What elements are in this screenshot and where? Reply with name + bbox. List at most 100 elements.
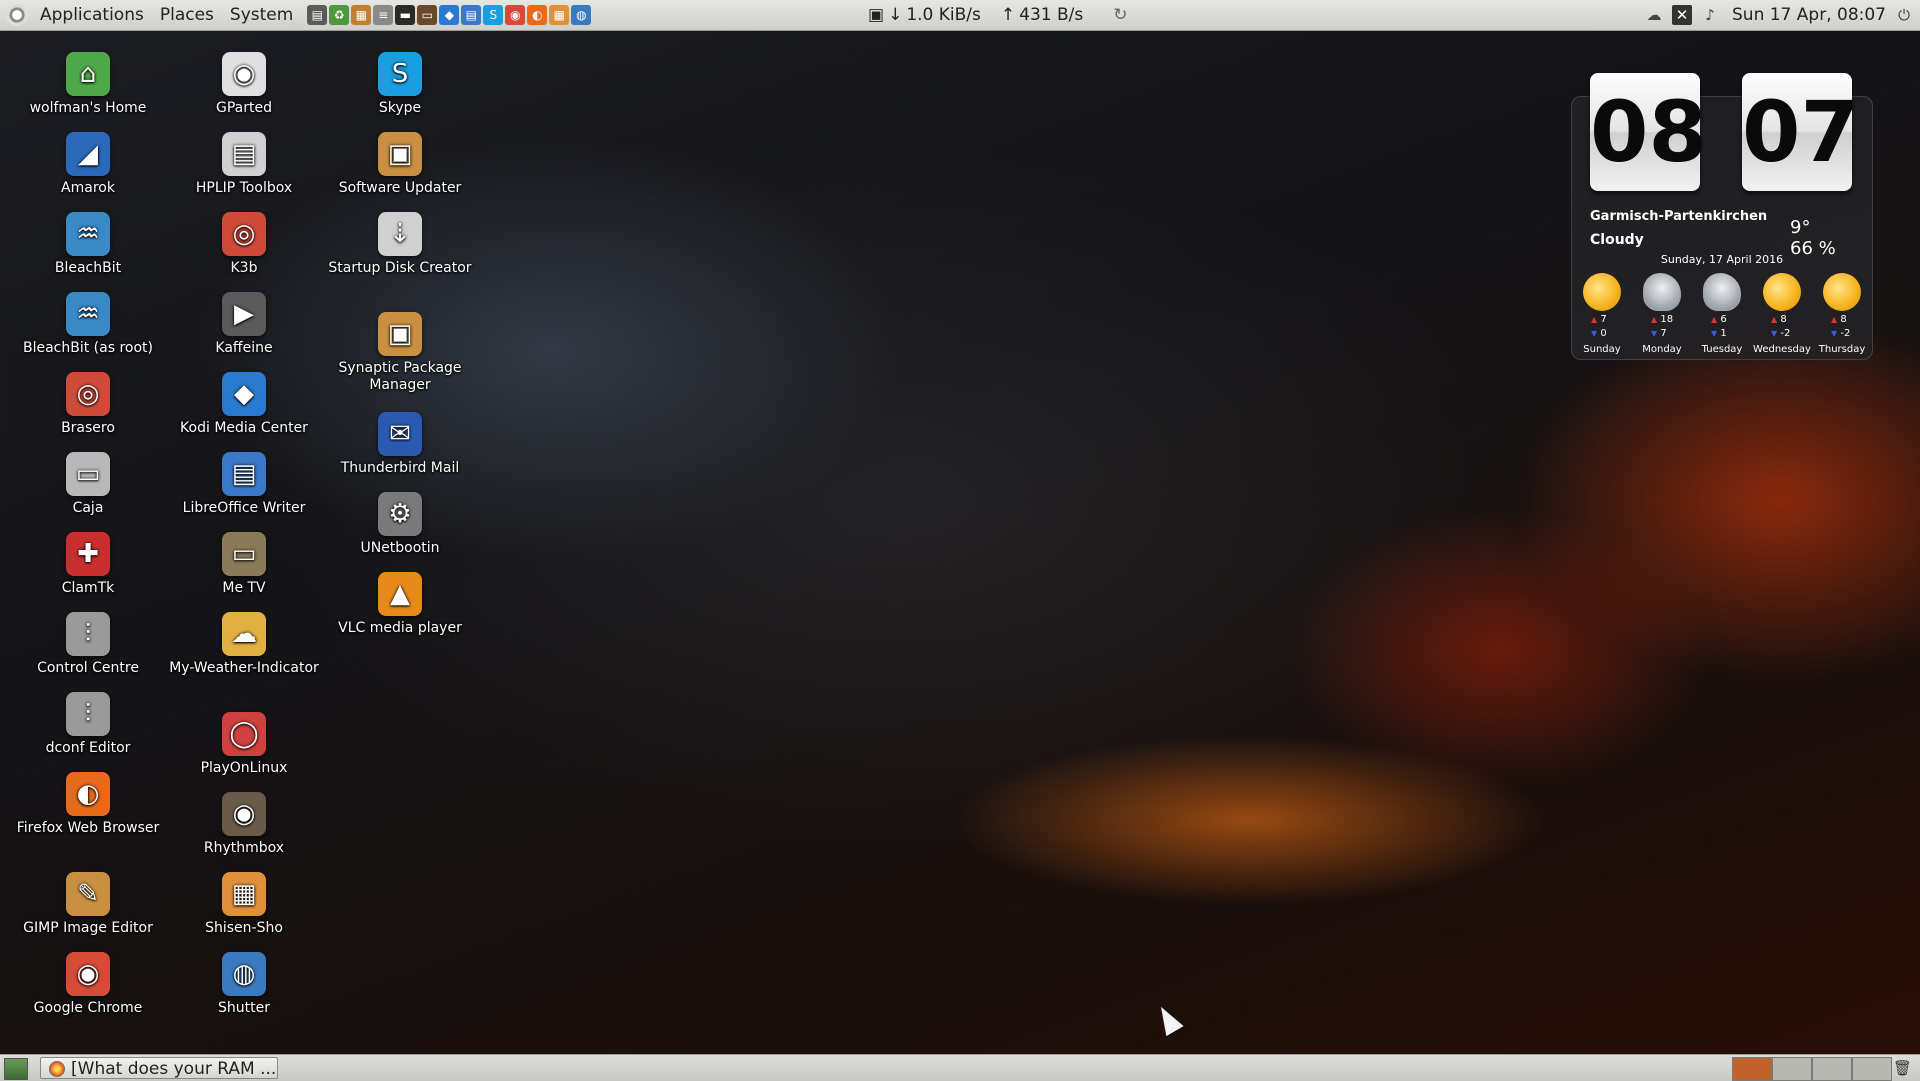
forecast-high: 8 <box>1840 314 1847 325</box>
desktop-icon[interactable]: ◉ Google Chrome <box>13 952 163 1017</box>
shisen-icon[interactable]: ▦ <box>549 5 570 25</box>
trash-icon[interactable]: 🗑 <box>1893 1058 1912 1078</box>
refresh-icon[interactable]: ↻ <box>1113 0 1127 30</box>
weather-indicator-icon[interactable]: ☁ <box>1644 5 1664 25</box>
forecast-day: ▲ 8 ▼ -2 Thursday <box>1813 273 1871 355</box>
desktop-icon[interactable]: ▤ HPLIP Toolbox <box>169 132 319 197</box>
taskbar-window-button[interactable]: [What does your RAM ... <box>40 1057 278 1079</box>
desktop-icon-label: GParted <box>216 100 272 116</box>
low-arrow-icon: ▼ <box>1651 329 1658 338</box>
desktop-icon[interactable]: ▣ Software Updater <box>325 132 475 197</box>
desktop-icon[interactable]: ✚ ClamTk <box>13 532 163 597</box>
forecast-day-name: Monday <box>1642 344 1682 355</box>
menu-system[interactable]: System <box>222 0 301 30</box>
panel-clock[interactable]: Sun 17 Apr, 08:07 <box>1732 5 1886 25</box>
text-editor-icon[interactable]: ≡ <box>373 5 394 25</box>
weather-temperature: 9° <box>1790 217 1811 238</box>
desktop-icon[interactable]: ✉ Thunderbird Mail <box>325 412 475 477</box>
power-icon[interactable]: ⏻ <box>1894 5 1914 25</box>
desktop-icon[interactable]: S Skype <box>325 52 475 117</box>
desktop-icon[interactable]: ⫶ Control Centre <box>13 612 163 677</box>
desktop-icon[interactable]: ▭ Me TV <box>169 532 319 597</box>
network-monitor[interactable]: ▣ ↓ 1.0 KiB/s ↑ 431 B/s ↻ <box>868 0 1127 30</box>
forecast-low: -2 <box>1780 328 1791 339</box>
terminal-icon[interactable]: ▤ <box>307 5 328 25</box>
desktop-icon[interactable]: ▦ Shisen-Sho <box>169 872 319 937</box>
desktop-icon-label: wolfman's Home <box>29 100 147 116</box>
desktop-icon-label: PlayOnLinux <box>200 760 288 776</box>
low-arrow-icon: ▼ <box>1591 329 1598 338</box>
sun-icon <box>1763 273 1801 311</box>
desktop-icon[interactable]: ▲ VLC media player <box>325 572 475 637</box>
weather-location: Garmisch-Partenkirchen <box>1590 209 1768 224</box>
show-desktop-button[interactable] <box>4 1058 28 1080</box>
monitor-icon[interactable]: ▭ <box>417 5 438 25</box>
skype-icon[interactable]: S <box>483 5 504 25</box>
firefox-icon[interactable]: ◐ <box>527 5 548 25</box>
desktop-icon-label: Kodi Media Center <box>180 420 308 436</box>
desktop-icon[interactable]: ▭ Caja <box>13 452 163 517</box>
desktop-icon[interactable]: ▣ Synaptic Package Manager <box>325 312 475 394</box>
shutter-icon[interactable]: ◍ <box>571 5 592 25</box>
desktop-icon[interactable]: ◆ Kodi Media Center <box>169 372 319 437</box>
weather-forecast: ▲ 7 ▼ 0 Sunday ▲ 18 ▼ 7 Monday ▲ 6 ▼ 1 T… <box>1572 273 1872 355</box>
sun-icon <box>1823 273 1861 311</box>
chrome-icon[interactable]: ◉ <box>505 5 526 25</box>
my-weather-indicator-icon: ☁ <box>222 612 266 656</box>
shisen-sho-icon: ▦ <box>222 872 266 916</box>
flip-clock-weather-widget[interactable]: 08 07 Garmisch-Partenkirchen Cloudy 9° 6… <box>1571 73 1873 360</box>
workspace-4[interactable] <box>1852 1057 1892 1081</box>
workspace-3[interactable] <box>1812 1057 1852 1081</box>
desktop-icon[interactable]: ⚙ UNetbootin <box>325 492 475 557</box>
volume-icon[interactable]: ♪ <box>1700 5 1720 25</box>
high-arrow-icon: ▲ <box>1831 315 1838 324</box>
desktop-icon[interactable]: ♒ BleachBit (as root) <box>13 292 163 357</box>
high-arrow-icon: ▲ <box>1651 315 1658 324</box>
weather-date: Sunday, 17 April 2016 <box>1660 253 1784 266</box>
image-viewer-icon[interactable]: ▦ <box>351 5 372 25</box>
recycle-icon[interactable]: ♻ <box>329 5 350 25</box>
download-arrow-icon: ↓ <box>888 5 903 25</box>
desktop-icon[interactable]: ◯ PlayOnLinux <box>169 712 319 777</box>
distro-logo-icon[interactable] <box>6 4 28 26</box>
console-icon[interactable]: ▬ <box>395 5 416 25</box>
desktop-icon[interactable]: ▶ Kaffeine <box>169 292 319 357</box>
download-rate: 1.0 KiB/s <box>906 5 981 25</box>
menu-applications[interactable]: Applications <box>32 0 152 30</box>
desktop-icon-label: Google Chrome <box>33 1000 143 1016</box>
desktop-icon[interactable]: ◐ Firefox Web Browser <box>13 772 163 837</box>
menu-places[interactable]: Places <box>152 0 222 30</box>
network-manager-icon[interactable]: ✕ <box>1672 5 1692 25</box>
desktop-icon-label: Amarok <box>61 180 115 196</box>
desktop-icon[interactable]: ◎ K3b <box>169 212 319 277</box>
desktop-icon[interactable]: ♒ BleachBit <box>13 212 163 277</box>
desktop-icon[interactable]: ◉ Rhythmbox <box>169 792 319 857</box>
desktop-icon-label: Shutter <box>218 1000 270 1016</box>
desktop-icon[interactable]: ⇣ Startup Disk Creator <box>325 212 475 277</box>
desktop-icon-label: GIMP Image Editor <box>23 920 153 936</box>
desktop-icon-label: VLC media player <box>338 620 462 636</box>
taskbar-window-title: [What does your RAM ... <box>71 1059 277 1079</box>
shutter-icon: ◍ <box>222 952 266 996</box>
desktop-icon[interactable]: ☁ My-Weather-Indicator <box>169 612 319 677</box>
snow-cloud-icon <box>1703 273 1741 311</box>
desktop-icon[interactable]: ▤ LibreOffice Writer <box>169 452 319 517</box>
desktop-icon[interactable]: ◢ Amarok <box>13 132 163 197</box>
workspace-switcher <box>1732 1057 1892 1081</box>
unetbootin-icon: ⚙ <box>378 492 422 536</box>
desktop-icon[interactable]: ⌂ wolfman's Home <box>13 52 163 117</box>
desktop-icon-label: Startup Disk Creator <box>328 260 472 276</box>
workspace-1[interactable] <box>1732 1057 1772 1081</box>
desktop-icon-label: Brasero <box>61 420 115 436</box>
writer-icon[interactable]: ▤ <box>461 5 482 25</box>
desktop-icon[interactable]: ◉ GParted <box>169 52 319 117</box>
desktop-icon[interactable]: ◎ Brasero <box>13 372 163 437</box>
workspace-2[interactable] <box>1772 1057 1812 1081</box>
desktop-icon[interactable]: ✎ GIMP Image Editor <box>13 872 163 937</box>
desktop-icon[interactable]: ⫶ dconf Editor <box>13 692 163 757</box>
desktop-icon[interactable]: ◍ Shutter <box>169 952 319 1017</box>
kodi-icon[interactable]: ◆ <box>439 5 460 25</box>
desktop-icon-label: Skype <box>378 100 422 116</box>
wolfman-s-home-icon: ⌂ <box>66 52 110 96</box>
low-arrow-icon: ▼ <box>1771 329 1778 338</box>
